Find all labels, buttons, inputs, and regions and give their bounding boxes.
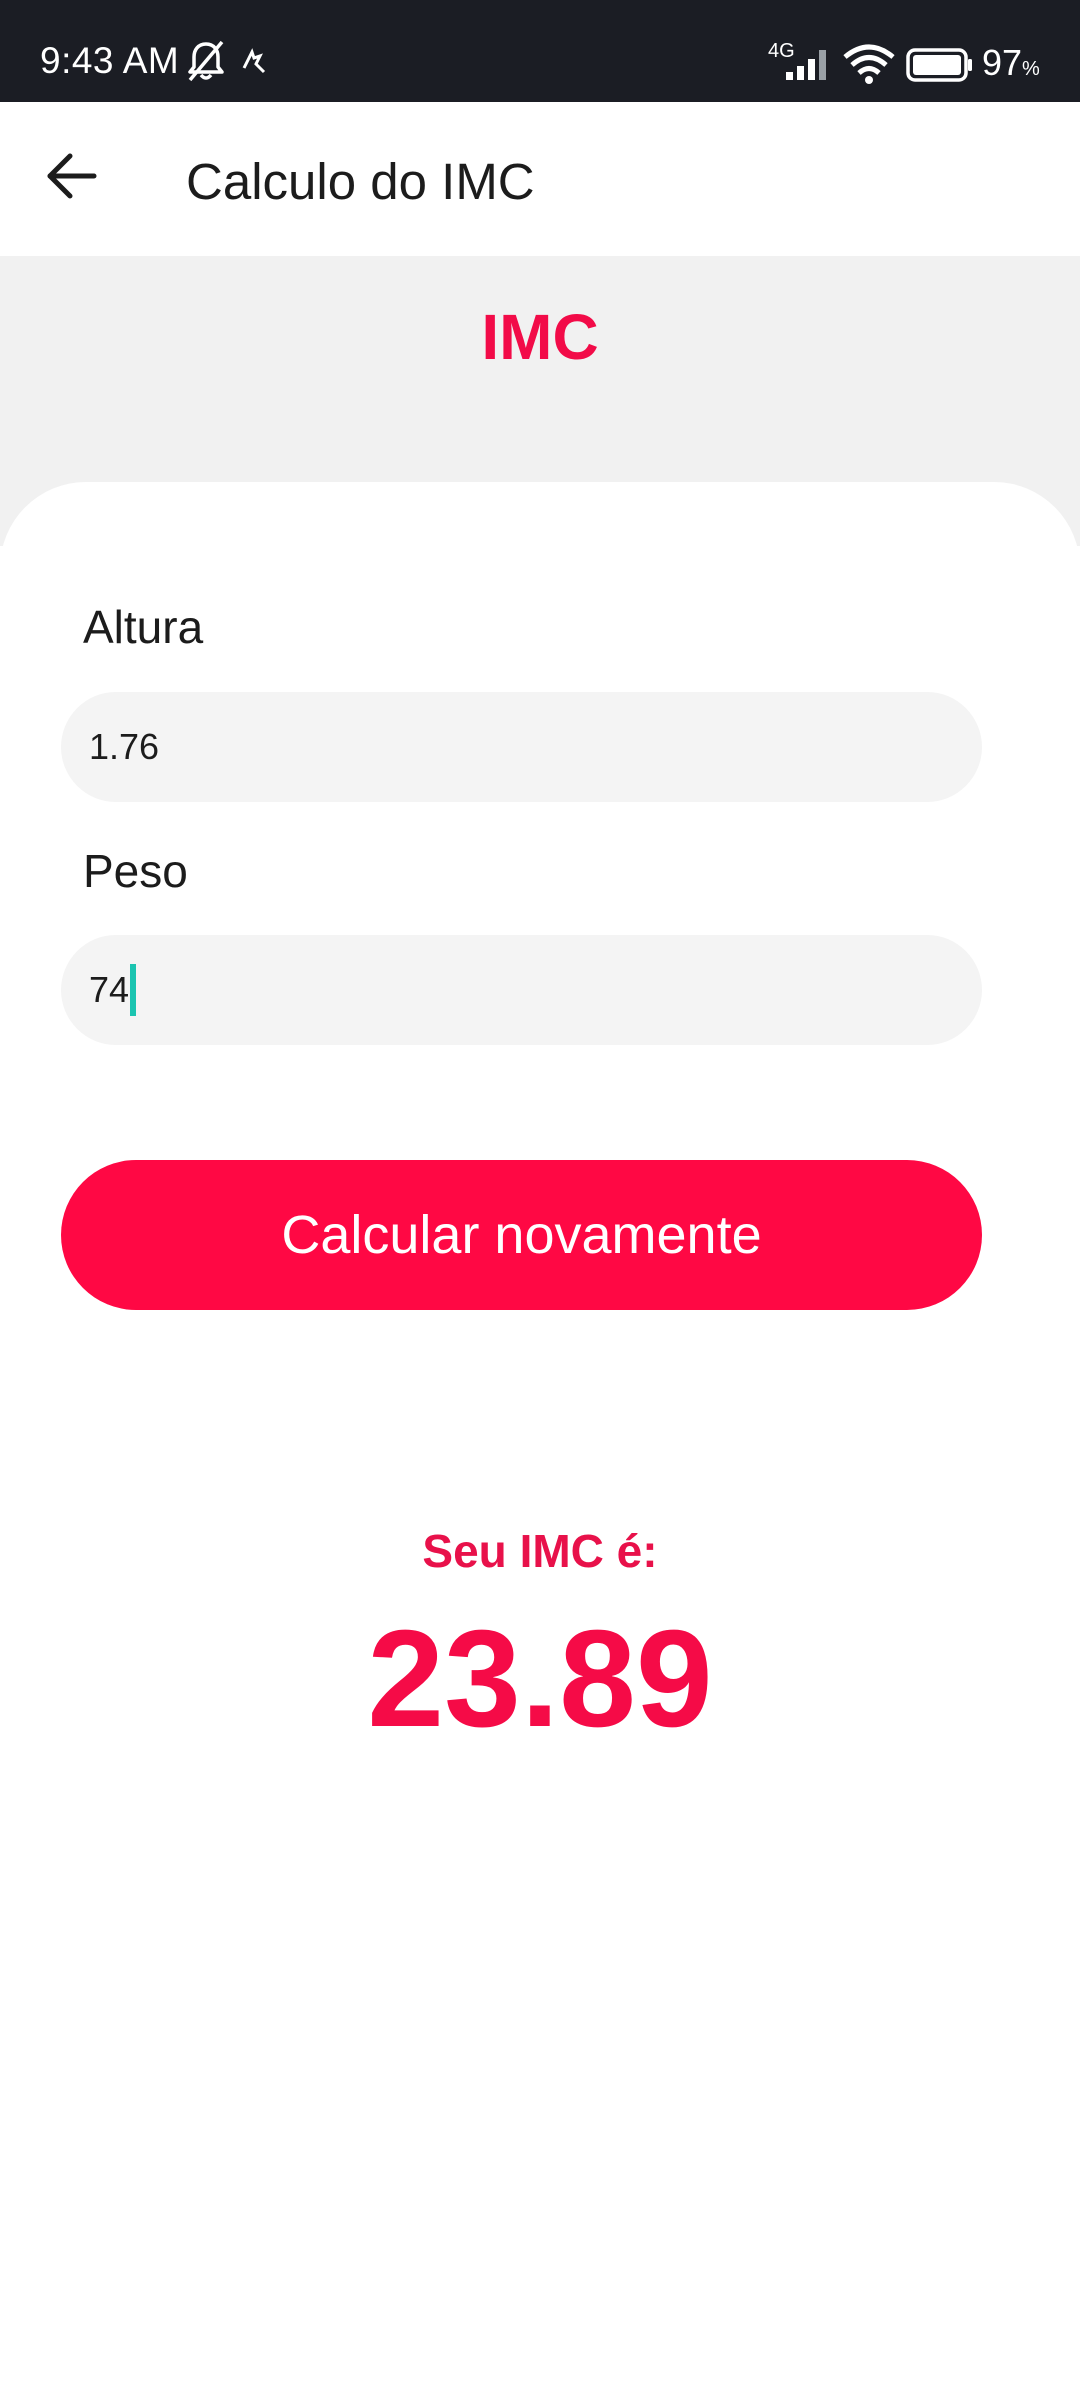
wifi-icon — [843, 44, 895, 89]
status-time: 9:43 AM — [40, 40, 180, 81]
battery-percent-unit: % — [1022, 58, 1040, 80]
result-value: 23.89 — [367, 1602, 713, 1756]
imc-screen: 9:43 AM 4G 97% Calculo do IMC IMC Altura… — [0, 0, 1080, 2400]
app-notification-icon — [240, 48, 268, 81]
height-label: Altura — [83, 601, 204, 653]
height-input-value: 1.76 — [89, 726, 160, 767]
app-bar: Calculo do IMC — [0, 102, 1080, 256]
form-card: Altura 1.76 Peso 74 Calcular novamente S… — [0, 482, 1080, 2400]
header-title: IMC — [481, 301, 599, 373]
battery-percent-value: 97 — [982, 42, 1023, 83]
signal-icon — [784, 46, 834, 87]
result-label: Seu IMC é: — [422, 1525, 658, 1577]
arrow-left-icon — [46, 152, 98, 205]
calculate-again-button[interactable]: Calcular novamente — [61, 1160, 982, 1310]
bell-off-icon — [186, 40, 226, 87]
weight-input-value: 74 — [89, 969, 130, 1010]
back-button[interactable] — [30, 136, 114, 220]
height-input[interactable]: 1.76 — [61, 692, 982, 802]
page-title: Calculo do IMC — [186, 153, 535, 210]
battery-percentage: 97% — [982, 42, 1040, 84]
battery-icon — [906, 48, 974, 87]
status-bar: 9:43 AM 4G 97% — [0, 0, 1080, 102]
weight-input[interactable]: 74 — [61, 935, 982, 1045]
text-cursor — [130, 964, 137, 1016]
weight-label: Peso — [83, 845, 188, 897]
